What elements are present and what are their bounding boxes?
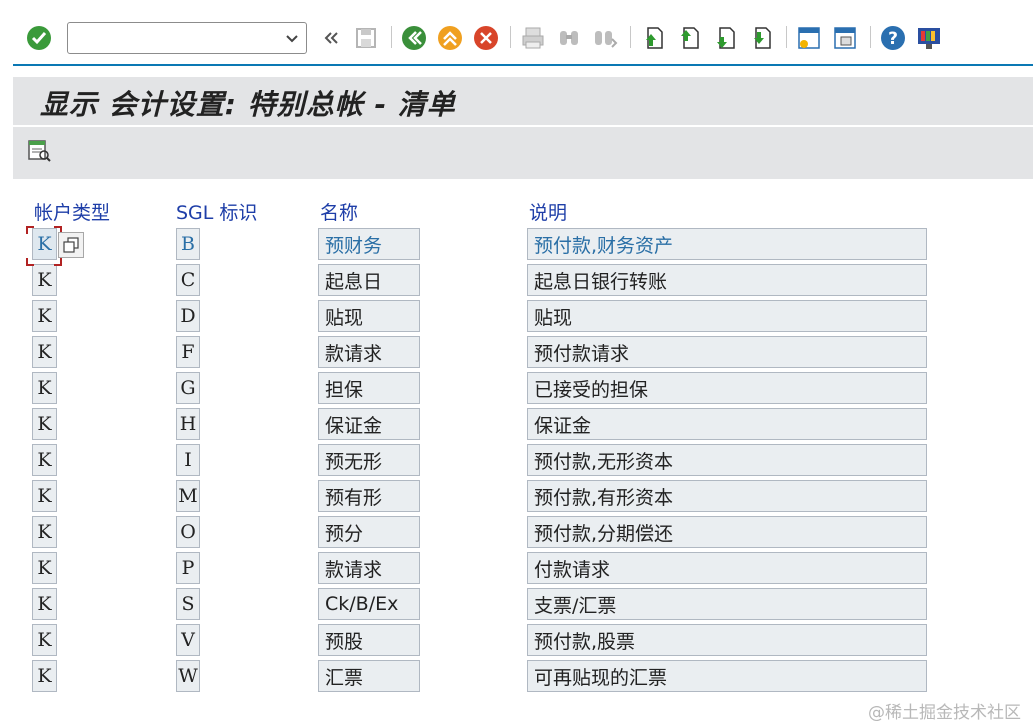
name-cell[interactable]: 保证金 (318, 408, 420, 440)
table-row[interactable]: K P 款请求 付款请求 (0, 552, 1033, 588)
header-sgl[interactable]: SGL 标识 (176, 198, 257, 225)
name-cell[interactable]: 担保 (318, 372, 420, 404)
previous-page-icon[interactable] (674, 22, 704, 54)
description-cell[interactable]: 预付款请求 (527, 336, 927, 368)
account-type-cell[interactable]: K (32, 588, 57, 620)
sgl-cell[interactable]: F (176, 336, 200, 368)
description-cell[interactable]: 预付款,有形资本 (527, 480, 927, 512)
account-type-cell[interactable]: K (32, 552, 57, 584)
description-cell[interactable]: 起息日银行转账 (527, 264, 927, 296)
cancel-icon[interactable] (471, 22, 501, 54)
table-row[interactable]: K H 保证金 保证金 (0, 408, 1033, 444)
system-toolbar: ? (0, 0, 1033, 62)
print-icon[interactable] (518, 22, 548, 54)
sgl-cell[interactable]: M (176, 480, 200, 512)
sgl-cell[interactable]: D (176, 300, 200, 332)
header-description[interactable]: 说明 (529, 198, 567, 225)
last-page-icon[interactable] (746, 22, 776, 54)
command-dropdown-icon[interactable] (284, 30, 300, 46)
name-cell[interactable]: Ck/B/Ex (318, 588, 420, 620)
table-row[interactable]: K W 汇票 可再贴现的汇票 (0, 660, 1033, 696)
collapse-icon[interactable] (316, 22, 346, 54)
name-cell[interactable]: 预无形 (318, 444, 420, 476)
account-type-cell[interactable]: K (32, 624, 57, 656)
name-cell[interactable]: 预有形 (318, 480, 420, 512)
description-cell[interactable]: 保证金 (527, 408, 927, 440)
account-type-cell[interactable]: K (32, 372, 57, 404)
title-bar: 显示 会计设置: 特别总帐 - 清单 (13, 77, 1033, 125)
layout-icon[interactable] (914, 22, 944, 54)
shortcut-icon[interactable] (830, 22, 860, 54)
description-cell[interactable]: 可再贴现的汇票 (527, 660, 927, 692)
table-row[interactable]: K O 预分 预付款,分期偿还 (0, 516, 1033, 552)
watermark: @稀土掘金技术社区 (868, 703, 1021, 723)
enter-icon[interactable] (24, 22, 54, 54)
table-row[interactable]: K B 预财务 预付款,财务资产 (0, 228, 1033, 264)
table-row[interactable]: K G 担保 已接受的担保 (0, 372, 1033, 408)
name-cell[interactable]: 起息日 (318, 264, 420, 296)
find-icon[interactable] (554, 22, 584, 54)
table-row[interactable]: K C 起息日 起息日银行转账 (0, 264, 1033, 300)
command-field[interactable] (67, 22, 307, 54)
sgl-cell[interactable]: I (176, 444, 200, 476)
application-toolbar (13, 127, 1033, 179)
description-cell[interactable]: 预付款,分期偿还 (527, 516, 927, 548)
name-cell[interactable]: 预股 (318, 624, 420, 656)
sgl-cell[interactable]: W (176, 660, 200, 692)
save-icon[interactable] (351, 22, 381, 54)
sgl-cell[interactable]: V (176, 624, 200, 656)
description-cell[interactable]: 支票/汇票 (527, 588, 927, 620)
toolbar-divider (13, 64, 1033, 66)
account-type-cell[interactable]: K (32, 444, 57, 476)
description-cell[interactable]: 已接受的担保 (527, 372, 927, 404)
description-cell[interactable]: 贴现 (527, 300, 927, 332)
account-type-cell[interactable]: K (32, 516, 57, 548)
account-type-cell[interactable]: K (32, 480, 57, 512)
description-cell[interactable]: 预付款,财务资产 (527, 228, 927, 260)
account-type-cell[interactable]: K (32, 228, 57, 260)
table-row[interactable]: K I 预无形 预付款,无形资本 (0, 444, 1033, 480)
command-input[interactable] (68, 23, 273, 53)
sgl-cell[interactable]: H (176, 408, 200, 440)
copy-icon[interactable] (58, 232, 84, 258)
next-page-icon[interactable] (710, 22, 740, 54)
sgl-cell[interactable]: C (176, 264, 200, 296)
account-type-cell[interactable]: K (32, 300, 57, 332)
account-type-cell[interactable]: K (32, 660, 57, 692)
back-icon[interactable] (399, 22, 429, 54)
sgl-cell[interactable]: P (176, 552, 200, 584)
name-cell[interactable]: 预财务 (318, 228, 420, 260)
name-cell[interactable]: 款请求 (318, 552, 420, 584)
new-session-icon[interactable] (794, 22, 824, 54)
sgl-cell[interactable]: O (176, 516, 200, 548)
name-cell[interactable]: 汇票 (318, 660, 420, 692)
description-cell[interactable]: 预付款,股票 (527, 624, 927, 656)
header-name[interactable]: 名称 (320, 198, 358, 225)
details-icon[interactable] (25, 137, 55, 167)
table-row[interactable]: K M 预有形 预付款,有形资本 (0, 480, 1033, 516)
svg-text:?: ? (888, 29, 898, 49)
account-type-cell[interactable]: K (32, 408, 57, 440)
description-cell[interactable]: 付款请求 (527, 552, 927, 584)
help-icon[interactable]: ? (878, 22, 908, 54)
table-row[interactable]: K F 款请求 预付款请求 (0, 336, 1033, 372)
name-cell[interactable]: 预分 (318, 516, 420, 548)
exit-icon[interactable] (435, 22, 465, 54)
find-next-icon[interactable] (590, 22, 620, 54)
name-cell[interactable]: 贴现 (318, 300, 420, 332)
page-title: 显示 会计设置: 特别总帐 - 清单 (40, 88, 456, 121)
table-row[interactable]: K D 贴现 贴现 (0, 300, 1033, 336)
account-type-cell[interactable]: K (32, 336, 57, 368)
sgl-cell[interactable]: B (176, 228, 200, 260)
sgl-cell[interactable]: S (176, 588, 200, 620)
table-row[interactable]: K S Ck/B/Ex 支票/汇票 (0, 588, 1033, 624)
account-type-cell[interactable]: K (32, 264, 57, 296)
name-cell[interactable]: 款请求 (318, 336, 420, 368)
sgl-cell[interactable]: G (176, 372, 200, 404)
table-row[interactable]: K V 预股 预付款,股票 (0, 624, 1033, 660)
first-page-icon[interactable] (638, 22, 668, 54)
header-account-type[interactable]: 帐户类型 (34, 198, 110, 225)
description-cell[interactable]: 预付款,无形资本 (527, 444, 927, 476)
